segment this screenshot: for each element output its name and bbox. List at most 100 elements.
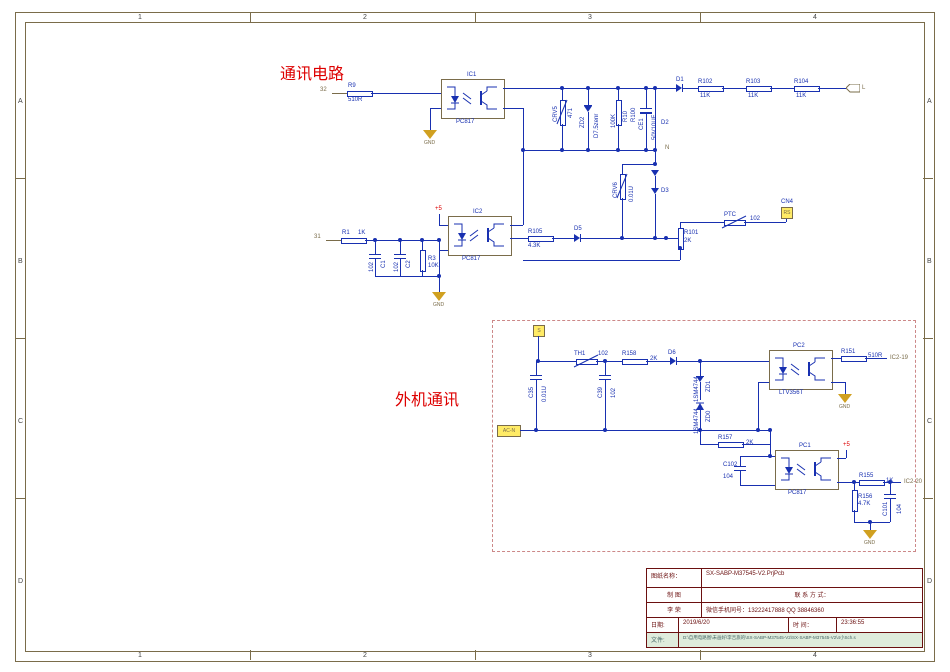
netlabel-plus5: +5 (435, 206, 442, 212)
wire (890, 499, 891, 522)
junction (653, 162, 657, 166)
wire (400, 258, 401, 276)
gnd-icon (838, 394, 852, 403)
val-c101: 104 (897, 504, 903, 514)
val-c2: 102 (394, 262, 400, 272)
wire (740, 456, 741, 466)
section-title-comm: 通讯电路 (280, 60, 344, 84)
junction (768, 428, 772, 432)
tb-file: D:\自用电路图\未画好\李吉旅的\SX-SABP-M37545-V2\SX-S… (679, 633, 922, 647)
wire (552, 238, 574, 239)
ref-r10: R10 (623, 111, 629, 122)
wire (722, 88, 746, 89)
junction (852, 480, 856, 484)
ref-d6: D6 (668, 350, 676, 356)
opto-symbol-pc2 (771, 352, 829, 386)
junction (560, 86, 564, 90)
resistor-r151 (841, 356, 867, 362)
gnd-label: GND (433, 302, 444, 308)
wire (831, 382, 845, 383)
wire (605, 361, 606, 375)
val-zd2: D7.5zenr (594, 114, 600, 138)
val-c35: 0.01U (542, 386, 548, 402)
junction (868, 520, 872, 524)
ref-r9: R9 (348, 83, 356, 89)
netlabel-plus5: +5 (843, 442, 850, 448)
ruler-row: C (927, 418, 932, 425)
ref-ce1: CE1 (639, 118, 645, 130)
junction (616, 148, 620, 152)
wire (439, 250, 448, 251)
val-pc2: LTV356T (779, 390, 803, 396)
wire (536, 361, 537, 375)
tb-contact-label: 联 系 方 式： (702, 588, 922, 602)
val-c39: 102 (611, 388, 617, 398)
wire (439, 250, 440, 292)
junction (644, 86, 648, 90)
junction (534, 428, 538, 432)
ref-r103: R103 (746, 79, 760, 85)
tb-drawing-name-label: 图纸名称： (647, 569, 702, 587)
netlabel-ic2-19: IC2-19 (890, 355, 908, 361)
ref-zd2: ZD2 (580, 117, 586, 128)
gnd-icon (863, 530, 877, 539)
ref-c2: C2 (406, 260, 412, 268)
ref-r104: R104 (794, 79, 808, 85)
wire (503, 108, 523, 109)
ruler-row: A (927, 98, 932, 105)
port-L (846, 84, 860, 93)
wire (536, 380, 537, 430)
wire (770, 430, 771, 444)
ruler-col: 4 (813, 14, 817, 21)
ruler-col: 2 (363, 652, 367, 659)
netlabel-L: L (862, 85, 865, 91)
resistor-r1 (341, 238, 367, 244)
ref-r156: R156 (858, 494, 872, 500)
ruler-row: B (18, 258, 23, 265)
wire (865, 358, 887, 359)
junction (373, 238, 377, 242)
ref-crv6: CRV6 (613, 182, 619, 198)
ref-crv5: CRV5 (553, 106, 559, 122)
wire (700, 410, 701, 430)
wire (770, 456, 775, 457)
wire (700, 361, 701, 376)
resistor-r158 (622, 359, 648, 365)
ref-d5: D5 (574, 226, 582, 232)
wire (770, 485, 775, 486)
wire (375, 258, 376, 276)
ref-zd1: ZD1 (706, 381, 712, 392)
wire (740, 456, 770, 457)
netlabel-ic2-20: IC2-20 (904, 479, 922, 485)
opto-symbol-pc1 (777, 452, 835, 486)
ruler-row: C (18, 418, 23, 425)
wire (510, 238, 528, 239)
schematic-sheet: 1 2 3 4 1 2 3 4 A B C D A B C D 通讯电路 外机通… (0, 0, 950, 672)
val-c1: 102 (369, 262, 375, 272)
ref-c102: C102 (723, 462, 737, 468)
val-r157: 2K (746, 440, 753, 446)
wire (523, 150, 524, 225)
val-r156: 4.7K (858, 501, 870, 507)
wire (837, 458, 846, 459)
junction (437, 274, 441, 278)
val-r101: 2K (684, 238, 691, 244)
wire (596, 361, 622, 362)
val-ic1: PC817 (456, 119, 474, 125)
wire (430, 108, 441, 109)
wire (700, 444, 718, 445)
val-r103: 11K (748, 93, 758, 99)
wire (758, 382, 769, 383)
ref-r158: R158 (622, 351, 636, 357)
ref-r3: R3 (428, 256, 436, 262)
val-r102: 11K (700, 93, 710, 99)
val-r10: 100K (611, 114, 617, 128)
netlabel-31: 31 (314, 234, 321, 240)
ref-r157: R157 (718, 435, 732, 441)
tb-time-label: 时 间： (789, 618, 837, 632)
wire (845, 382, 846, 394)
junction (586, 148, 590, 152)
wire (584, 105, 592, 106)
title-block: 图纸名称： SX-SABP-M37545-V2.PrjPcb 制 图 联 系 方… (646, 568, 923, 648)
ruler-row: A (18, 98, 23, 105)
